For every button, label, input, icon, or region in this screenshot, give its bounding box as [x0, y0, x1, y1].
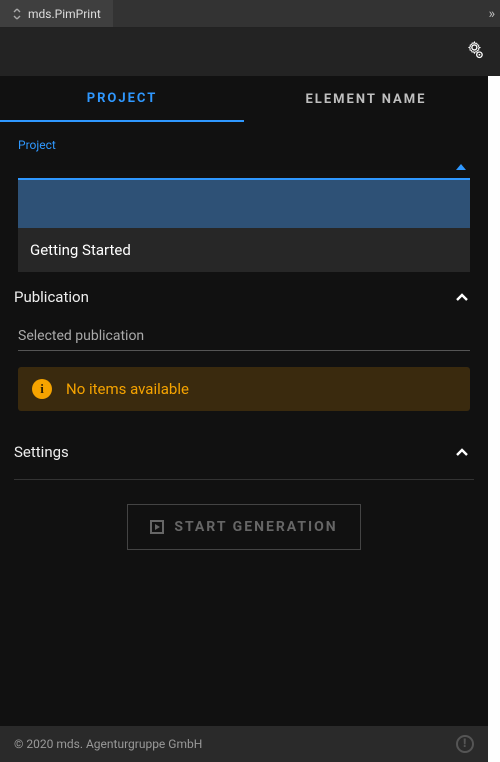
tab-project-label: PROJECT [87, 91, 158, 106]
panel-title: mds.PimPrint [28, 7, 101, 21]
project-option-label: Getting Started [30, 241, 131, 259]
alert-message: No items available [66, 380, 189, 398]
tab-element-name[interactable]: ELEMENT NAME [244, 76, 488, 122]
drag-handle-icon [12, 8, 22, 20]
info-icon: i [32, 379, 52, 399]
project-select[interactable] [18, 162, 470, 180]
scrollbar[interactable] [488, 76, 500, 762]
start-generation-button: START GENERATION [127, 504, 360, 550]
publication-section-header[interactable]: Publication [14, 272, 474, 318]
toolbar [0, 28, 500, 76]
caret-up-icon [456, 164, 466, 170]
publication-heading: Publication [14, 288, 89, 306]
settings-heading: Settings [14, 443, 69, 461]
project-option-getting-started[interactable]: Getting Started [18, 228, 470, 272]
titlebar: mds.PimPrint » [0, 0, 500, 28]
settings-gear-icon[interactable] [462, 41, 484, 63]
chevron-up-icon [454, 444, 470, 460]
project-dropdown: Getting Started [18, 180, 470, 272]
no-items-alert: i No items available [18, 367, 470, 411]
chevron-up-icon [454, 289, 470, 305]
tab-element-label: ELEMENT NAME [305, 92, 426, 107]
tab-project[interactable]: PROJECT [0, 76, 244, 122]
copyright-text: © 2020 mds. Agenturgruppe GmbH [14, 737, 202, 751]
main-tabs: PROJECT ELEMENT NAME [0, 76, 488, 122]
project-field-label: Project [14, 122, 474, 162]
expand-panel-icon[interactable]: » [480, 6, 500, 22]
settings-section-header[interactable]: Settings [14, 427, 474, 473]
start-generation-label: START GENERATION [174, 519, 337, 535]
status-icon[interactable] [456, 735, 474, 753]
play-icon [150, 520, 164, 534]
panel-tab[interactable]: mds.PimPrint [0, 0, 113, 27]
selected-publication-label: Selected publication [18, 318, 470, 351]
footer: © 2020 mds. Agenturgruppe GmbH [0, 726, 488, 762]
project-option-empty[interactable] [18, 180, 470, 228]
